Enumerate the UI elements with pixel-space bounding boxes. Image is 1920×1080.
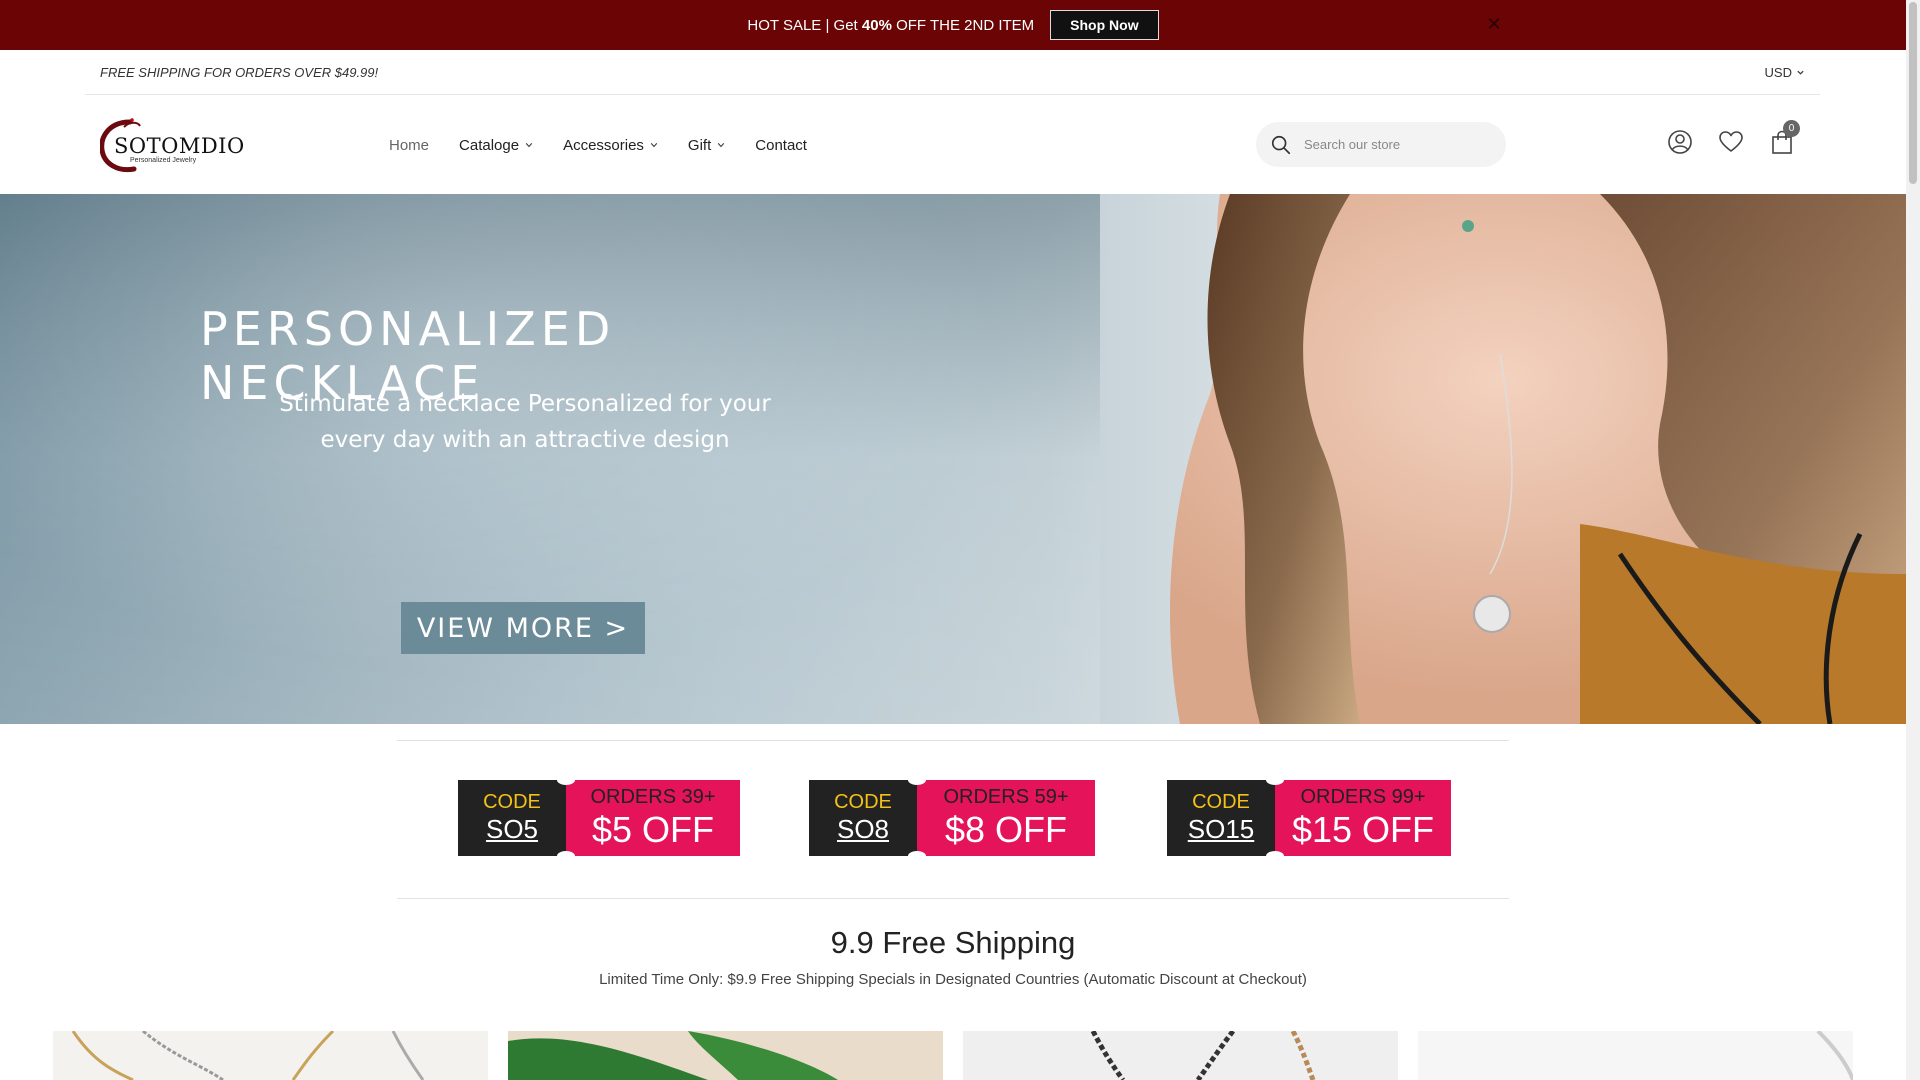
section-divider — [397, 740, 1509, 741]
product-card[interactable] — [508, 1031, 943, 1080]
section-subtitle: Limited Time Only: $9.9 Free Shipping Sp… — [599, 971, 1307, 988]
close-icon[interactable]: ✕ — [1484, 14, 1504, 34]
site-header: SOTOMDIO Personalized Jewelry Home Catal… — [0, 96, 1906, 194]
hero-banner[interactable]: PERSONALIZED NECKLACE Stimulate a neckla… — [0, 194, 1906, 724]
logo-tagline: Personalized Jewelry — [130, 157, 197, 164]
coupon-notch — [557, 851, 575, 861]
coupon-min-order: ORDERS 39+ — [590, 785, 716, 808]
coupon-discount-panel: ORDERS 39+ $5 OFF — [566, 780, 740, 856]
coupon-amount: $5 OFF — [591, 808, 715, 850]
coupon-code-panel: CODE SO8 — [809, 775, 926, 861]
nav-label: Gift — [687, 136, 712, 154]
hero-subtitle-line-2: every day with an attractive design — [320, 427, 730, 453]
coupon-notch — [1266, 775, 1284, 785]
announcement-text: HOT SALE | Get 40% OFF THE 2ND ITEM — [747, 16, 1035, 34]
chevron-down-icon — [1797, 70, 1804, 75]
search-bar[interactable] — [1256, 122, 1506, 167]
currency-selector[interactable]: USD — [1765, 65, 1805, 80]
utility-bar: FREE SHIPPING FOR ORDERS OVER $49.99! US… — [85, 50, 1820, 95]
chevron-down-icon — [525, 143, 533, 148]
coupon-code-label: CODE — [1192, 791, 1250, 813]
coupon-amount: $15 OFF — [1291, 808, 1435, 850]
nav-label: Home — [389, 136, 430, 154]
hero-model-image — [1170, 194, 1906, 724]
nav-item-home[interactable]: Home — [389, 137, 429, 154]
product-image — [1418, 1031, 1853, 1080]
coupon-notch — [908, 775, 926, 785]
coupon-so5[interactable]: CODE SO5 ORDERS 39+ $5 OFF — [458, 775, 740, 861]
wishlist-heart-icon[interactable] — [1717, 128, 1745, 156]
product-image — [53, 1031, 488, 1080]
coupon-discount-panel: ORDERS 99+ $15 OFF — [1275, 780, 1451, 856]
currency-label: USD — [1764, 64, 1792, 80]
logo-text: SOTOMDIO — [114, 134, 245, 158]
chevron-down-icon — [718, 143, 725, 148]
view-more-button[interactable]: VIEW MORE > — [401, 602, 645, 654]
main-nav: Home Cataloge Accessories Gift Contact — [389, 96, 807, 194]
free-shipping-notice: FREE SHIPPING FOR ORDERS OVER $49.99! — [100, 64, 379, 80]
coupon-code: SO8 — [836, 814, 890, 844]
coupon-notch — [908, 851, 926, 861]
coupon-notch — [1266, 851, 1284, 861]
section-title: 9.9 Free Shipping — [830, 925, 1076, 960]
coupon-code-panel: CODE SO5 — [458, 775, 575, 861]
search-icon[interactable] — [1270, 134, 1292, 156]
coupon-notch — [557, 775, 575, 785]
site-logo[interactable]: SOTOMDIO Personalized Jewelry — [99, 116, 244, 176]
section-divider — [397, 898, 1509, 899]
cart-count-badge: 0 — [1783, 120, 1800, 137]
coupon-code: SO15 — [1187, 814, 1255, 844]
nav-label: Cataloge — [459, 136, 520, 154]
nav-item-gift[interactable]: Gift — [688, 137, 725, 154]
coupon-so15[interactable]: CODE SO15 ORDERS 99+ $15 OFF — [1167, 775, 1451, 861]
nav-item-contact[interactable]: Contact — [755, 137, 807, 154]
chevron-down-icon — [650, 143, 658, 148]
announcement-bar: HOT SALE | Get 40% OFF THE 2ND ITEM Shop… — [0, 0, 1906, 50]
page-scrollbar[interactable] — [1906, 0, 1920, 1080]
nav-item-accessories[interactable]: Accessories — [563, 137, 658, 154]
coupon-code-label: CODE — [483, 791, 541, 813]
shop-now-button[interactable]: Shop Now — [1050, 10, 1159, 40]
coupon-code-label: CODE — [834, 791, 892, 813]
coupon-amount: $8 OFF — [944, 808, 1068, 850]
search-input[interactable] — [1304, 137, 1494, 152]
coupon-code: SO5 — [485, 814, 539, 844]
product-image — [508, 1031, 943, 1080]
nav-item-cataloge[interactable]: Cataloge — [459, 137, 533, 154]
nav-label: Accessories — [563, 136, 644, 154]
product-card[interactable] — [963, 1031, 1398, 1080]
account-icon[interactable] — [1666, 128, 1694, 156]
hero-subtitle-line-1: Stimulate a necklace Personalized for yo… — [279, 391, 771, 417]
coupon-min-order: ORDERS 59+ — [943, 785, 1069, 808]
hero-subtitle: Stimulate a necklace Personalized for yo… — [240, 386, 810, 458]
coupon-min-order: ORDERS 99+ — [1300, 785, 1426, 808]
nav-label: Contact — [755, 136, 807, 154]
scrollbar-thumb[interactable] — [1909, 2, 1917, 184]
coupon-discount-panel: ORDERS 59+ $8 OFF — [917, 780, 1095, 856]
coupon-so8[interactable]: CODE SO8 ORDERS 59+ $8 OFF — [809, 775, 1095, 861]
product-image — [963, 1031, 1398, 1080]
product-card[interactable] — [53, 1031, 488, 1080]
coupon-code-panel: CODE SO15 — [1167, 775, 1284, 861]
product-card[interactable] — [1418, 1031, 1853, 1080]
